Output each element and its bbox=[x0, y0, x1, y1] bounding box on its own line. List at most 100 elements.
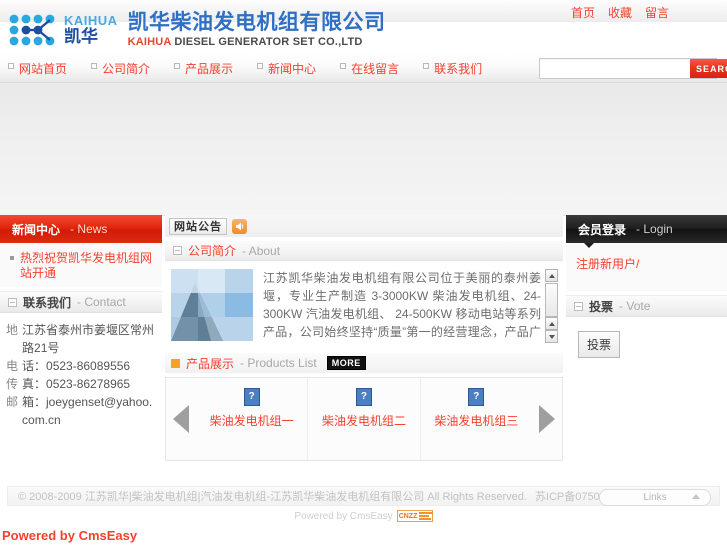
scrollbar-top-group bbox=[545, 269, 559, 317]
contact-label-address: 地 bbox=[6, 323, 19, 337]
company-name-en-rest: DIESEL GENERATOR SET CO.,LTD bbox=[171, 36, 363, 48]
main-navbar: 网站首页 公司简介 产品展示 新闻中心 在线留言 联系我们 SEARCH bbox=[0, 54, 727, 83]
broken-image-icon: ? bbox=[243, 388, 260, 406]
product-name-link[interactable]: 柴油发电机组一 bbox=[210, 412, 294, 429]
scrollbar-thumb[interactable] bbox=[545, 283, 558, 317]
copyright-bar: © 2008-2009 江苏凯华|柴油发电机组|汽油发电机组-江苏凯华柴油发电机… bbox=[7, 486, 720, 506]
scroll-up-button[interactable] bbox=[545, 269, 558, 282]
nav-items: 网站首页 公司简介 产品展示 新闻中心 在线留言 联系我们 bbox=[8, 60, 506, 77]
about-scrollbar[interactable] bbox=[545, 269, 559, 343]
contact-row-email: 邮 箱：joeygenset@yahoo.com.cn bbox=[6, 393, 158, 429]
products-panel-header: 产品展示 - Products List MORE bbox=[165, 353, 563, 373]
contact-value-phone: 话：0523-86089556 bbox=[22, 359, 131, 373]
login-panel-title-cn: 会员登录 bbox=[578, 222, 627, 237]
minus-box-icon bbox=[173, 246, 182, 255]
about-panel-header: 公司简介 - About bbox=[165, 241, 563, 261]
company-name-en-accent: KAIHUA bbox=[127, 36, 172, 48]
company-name-cn: 凯华柴油发电机组有限公司 bbox=[127, 11, 386, 34]
list-item[interactable]: 热烈祝贺凯华发电机组网站开通 bbox=[6, 251, 156, 281]
contact-value-address: 江苏省泰州市姜堰区常州路21号 bbox=[22, 323, 155, 355]
speaker-icon[interactable] bbox=[232, 218, 247, 234]
products-list: ? 柴油发电机组一 ? 柴油发电机组二 ? 柴油发电机组三 bbox=[196, 378, 532, 460]
news-panel-header: 新闻中心 - News bbox=[0, 215, 162, 243]
chevron-up-icon bbox=[548, 273, 555, 278]
minus-box-icon bbox=[574, 301, 583, 311]
vote-panel-header: 投票 - Vote bbox=[566, 295, 727, 317]
copyright-text: © 2008-2009 江苏凯华|柴油发电机组|汽油发电机组-江苏凯华柴油发电机… bbox=[18, 491, 527, 503]
scroll-up-button-2[interactable] bbox=[545, 317, 558, 330]
contact-list: 地 江苏省泰州市姜堰区常州路21号 电 话：0523-86089556 传 真：… bbox=[0, 313, 162, 433]
logo-dots-icon bbox=[6, 10, 62, 50]
company-name-en: KAIHUA DIESEL GENERATOR SET CO.,LTD bbox=[128, 35, 386, 49]
about-panel-title-cn: 公司简介 bbox=[188, 244, 237, 258]
arrow-right-icon bbox=[539, 405, 555, 433]
right-sidebar: 会员登录 - Login 注册新用户/ 投票 - Vote 投票 bbox=[566, 215, 727, 364]
about-panel-title-en: - About bbox=[242, 243, 281, 258]
nav-item-home-label: 网站首页 bbox=[19, 62, 68, 76]
nav-bullet-icon bbox=[257, 63, 264, 69]
vote-panel-body: 投票 bbox=[566, 317, 727, 364]
notice-bar: 网站公告 bbox=[165, 215, 563, 237]
list-item[interactable]: ? 柴油发电机组三 bbox=[421, 378, 532, 460]
vote-submit-button[interactable]: 投票 bbox=[578, 331, 621, 358]
top-link-favorite[interactable]: 收藏 bbox=[608, 4, 632, 21]
news-item-link[interactable]: 热烈祝贺凯华发电机组网站开通 bbox=[20, 251, 156, 281]
nav-bullet-icon bbox=[340, 63, 347, 69]
products-more-button[interactable]: MORE bbox=[326, 356, 366, 370]
carousel-next-button[interactable] bbox=[532, 405, 562, 433]
register-link[interactable]: 注册新用户/ bbox=[576, 257, 639, 271]
left-sidebar: 新闻中心 - News 热烈祝贺凯华发电机组网站开通 联系我们 - Contac… bbox=[0, 215, 162, 433]
site-header: KAIHUA 凯华 凯华柴油发电机组有限公司 KAIHUA DIESEL GEN… bbox=[0, 11, 727, 54]
links-dropdown-label: Links bbox=[643, 492, 667, 503]
scroll-down-button[interactable] bbox=[545, 330, 558, 343]
login-panel-header: 会员登录 - Login bbox=[566, 215, 727, 248]
contact-row-phone: 电 话：0523-86089556 bbox=[6, 357, 158, 375]
contact-panel-title-cn: 联系我们 bbox=[23, 295, 72, 310]
center-column: 网站公告 公司简介 - About 江苏凯华柴油发电机组有限公司位于美丽的泰州姜… bbox=[165, 215, 563, 461]
nav-item-news[interactable]: 新闻中心 bbox=[257, 60, 316, 77]
nav-bullet-icon bbox=[91, 63, 98, 69]
cnzz-bars-icon bbox=[419, 512, 434, 520]
main-content: 新闻中心 - News 热烈祝贺凯华发电机组网站开通 联系我们 - Contac… bbox=[0, 215, 727, 485]
logo-wordmark-en: KAIHUA bbox=[64, 13, 118, 28]
minus-box-icon bbox=[8, 297, 17, 307]
products-panel-title-cn: 产品展示 bbox=[186, 356, 235, 371]
powered-by-row: Powered by CmsEasy CNZZ bbox=[0, 510, 727, 522]
list-item[interactable]: ? 柴油发电机组一 bbox=[196, 378, 309, 460]
page-root: 首页 收藏 留言 KAIHUA 凯华 凯华柴油发电机组有限公司 KAIHUA D… bbox=[0, 0, 727, 545]
contact-value-fax: 真：0523-86278965 bbox=[22, 377, 131, 391]
nav-item-message[interactable]: 在线留言 bbox=[340, 60, 399, 77]
links-dropdown[interactable]: Links bbox=[599, 489, 711, 506]
products-carousel: ? 柴油发电机组一 ? 柴油发电机组二 ? 柴油发电机组三 bbox=[165, 377, 563, 461]
carousel-prev-button[interactable] bbox=[166, 405, 196, 433]
contact-label-fax: 传 bbox=[6, 377, 19, 391]
top-link-home[interactable]: 首页 bbox=[571, 4, 595, 21]
nav-item-contact-label: 联系我们 bbox=[434, 62, 483, 76]
nav-item-about-label: 公司简介 bbox=[102, 62, 151, 76]
contact-label-phone: 电 bbox=[6, 359, 19, 373]
contact-panel-header: 联系我们 - Contact bbox=[0, 291, 162, 313]
product-name-link[interactable]: 柴油发电机组二 bbox=[322, 412, 406, 429]
list-item[interactable]: ? 柴油发电机组二 bbox=[308, 378, 421, 460]
square-icon bbox=[171, 358, 180, 368]
product-name-link[interactable]: 柴油发电机组三 bbox=[434, 412, 518, 429]
top-link-message[interactable]: 留言 bbox=[645, 4, 669, 21]
cnzz-badge[interactable]: CNZZ bbox=[396, 510, 434, 522]
chevron-down-icon bbox=[548, 334, 555, 339]
logo-wordmark-cn: 凯华 bbox=[64, 27, 98, 46]
search-button[interactable]: SEARCH bbox=[690, 59, 727, 78]
about-text: 江苏凯华柴油发电机组有限公司位于美丽的泰州姜堰，专业生产制造 3-3000KW … bbox=[263, 271, 541, 339]
nav-item-home[interactable]: 网站首页 bbox=[8, 60, 67, 77]
nav-item-about[interactable]: 公司简介 bbox=[91, 60, 150, 77]
arrow-left-icon bbox=[173, 405, 189, 433]
nav-bullet-icon bbox=[174, 63, 181, 69]
nav-item-products[interactable]: 产品展示 bbox=[174, 60, 233, 77]
search-input[interactable] bbox=[540, 59, 690, 76]
bullet-icon bbox=[10, 256, 14, 260]
site-logo[interactable]: KAIHUA 凯华 凯华柴油发电机组有限公司 KAIHUA DIESEL GEN… bbox=[6, 10, 386, 50]
nav-item-contact[interactable]: 联系我们 bbox=[423, 60, 482, 77]
chevron-up-icon bbox=[692, 494, 700, 499]
contact-row-fax: 传 真：0523-86278965 bbox=[6, 375, 158, 393]
login-panel-title-en: - Login bbox=[636, 222, 673, 236]
contact-label-email: 邮 bbox=[6, 395, 19, 409]
